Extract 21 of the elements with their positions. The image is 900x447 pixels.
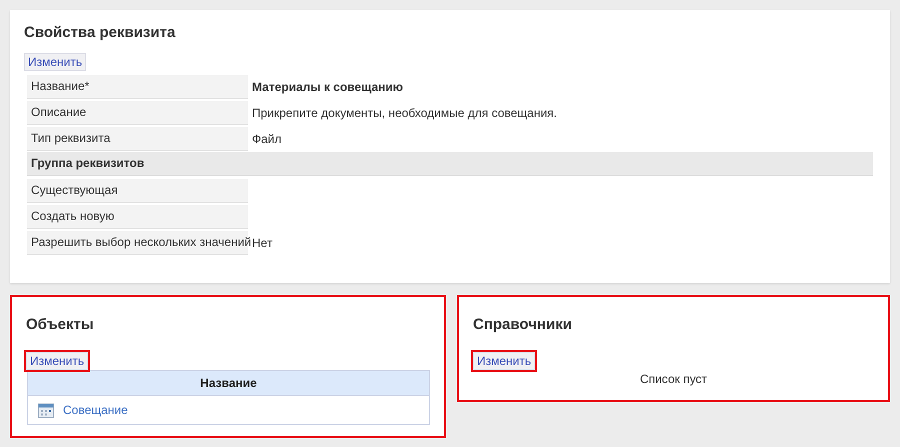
field-value: Файл xyxy=(252,132,282,146)
group-header: Группа реквизитов xyxy=(27,152,873,176)
empty-list-text: Список пуст xyxy=(640,372,708,386)
card-title: Свойства реквизита xyxy=(24,24,176,42)
field-label: Создать новую xyxy=(27,204,248,228)
object-link[interactable]: Совещание xyxy=(63,403,128,417)
edit-button[interactable]: Изменить xyxy=(26,352,88,370)
edit-button[interactable]: Изменить xyxy=(473,352,536,370)
field-label: Описание xyxy=(27,100,248,124)
field-label: Тип реквизита xyxy=(27,126,248,150)
edit-button[interactable]: Изменить xyxy=(24,53,86,71)
panel-title: Справочники xyxy=(473,316,573,334)
field-value: Нет xyxy=(252,236,272,250)
calendar-icon xyxy=(38,402,54,418)
column-header: Название xyxy=(28,371,429,396)
field-label: Разрешить выбор нескольких значений xyxy=(27,230,248,254)
field-value: Прикрепите документы, необходимые для совещания. xyxy=(252,106,558,120)
field-label: Существующая xyxy=(27,178,248,202)
field-value: Материалы к совещанию xyxy=(252,80,404,94)
field-label: Название* xyxy=(27,74,248,98)
panel-title: Объекты xyxy=(26,316,95,334)
